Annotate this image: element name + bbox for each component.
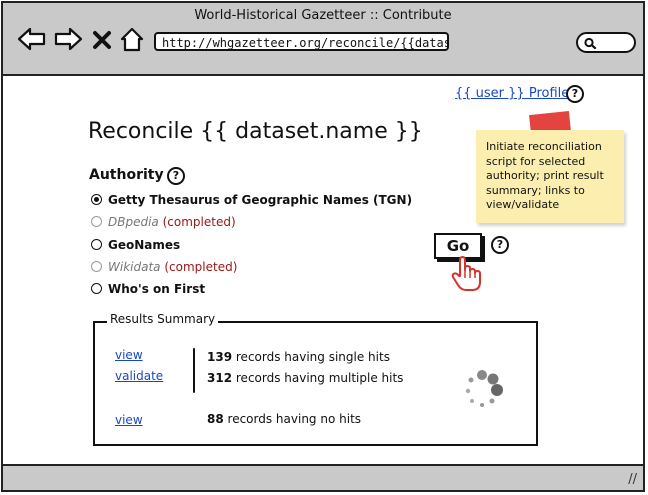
help-icon[interactable]: ?: [566, 85, 584, 103]
authority-label: GeoNames: [108, 238, 181, 252]
authority-help-icon[interactable]: ?: [167, 167, 185, 185]
authority-option-dbpedia: DBpedia (completed): [91, 214, 236, 230]
go-help-icon[interactable]: ?: [491, 236, 509, 254]
forward-arrow-icon[interactable]: [53, 25, 83, 53]
authority-label: DBpedia: [108, 215, 159, 229]
multiple-hits-label: records having multiple hits: [235, 371, 404, 385]
radio-disabled: [91, 216, 102, 227]
url-input[interactable]: http://whgazetteer.org/reconcile/{{datas…: [154, 32, 449, 51]
results-divider: [193, 348, 195, 393]
home-icon[interactable]: [119, 25, 145, 53]
user-profile-link[interactable]: {{ user }} Profile: [455, 86, 569, 101]
completed-status: (completed): [162, 215, 236, 229]
window-title: World-Historical Gazetteer :: Contribute: [194, 8, 452, 23]
radio-disabled: [91, 261, 102, 272]
authority-option-whosonfirst[interactable]: Who's on First: [91, 281, 205, 297]
browser-chrome: World-Historical Gazetteer :: Contribute…: [3, 3, 643, 76]
no-hits-label: records having no hits: [227, 412, 362, 426]
authority-option-geonames[interactable]: GeoNames: [91, 237, 180, 253]
results-summary-legend: Results Summary: [107, 312, 219, 326]
multiple-hits-count: 312: [207, 371, 233, 385]
view-single-hits-link[interactable]: view: [115, 348, 143, 362]
status-bar: //: [3, 464, 643, 490]
radio-selected[interactable]: [91, 194, 102, 205]
radio-unselected[interactable]: [91, 239, 102, 250]
loading-spinner-icon: [465, 370, 503, 407]
single-hits-row: 139 records having single hits: [207, 350, 390, 364]
no-hits-count: 88: [207, 412, 224, 426]
radio-unselected[interactable]: [91, 283, 102, 294]
close-icon[interactable]: [91, 25, 113, 53]
multiple-hits-row: 312 records having multiple hits: [207, 371, 403, 385]
completed-status: (completed): [164, 260, 238, 274]
authority-option-wikidata: Wikidata (completed): [91, 259, 237, 275]
annotation-note: Initiate reconciliation script for selec…: [476, 130, 624, 223]
no-hits-row: 88 records having no hits: [207, 412, 361, 426]
validate-link[interactable]: validate: [115, 369, 163, 383]
hand-cursor-icon: [451, 256, 481, 291]
single-hits-count: 139: [207, 350, 233, 364]
authority-label: Who's on First: [108, 282, 206, 296]
back-arrow-icon[interactable]: [17, 25, 47, 53]
single-hits-label: records having single hits: [235, 350, 390, 364]
resize-grip-icon[interactable]: //: [628, 472, 637, 487]
search-icon: [584, 37, 597, 49]
authority-heading: Authority: [89, 167, 164, 183]
authority-label: Getty Thesaurus of Geographic Names (TGN…: [108, 193, 413, 207]
browser-window: World-Historical Gazetteer :: Contribute…: [1, 1, 645, 492]
page-title: Reconcile {{ dataset.name }}: [88, 119, 423, 144]
authority-label: Wikidata: [108, 260, 161, 274]
view-no-hits-link[interactable]: view: [115, 413, 143, 427]
search-input[interactable]: [576, 32, 636, 53]
authority-option-tgn[interactable]: Getty Thesaurus of Geographic Names (TGN…: [91, 192, 412, 208]
